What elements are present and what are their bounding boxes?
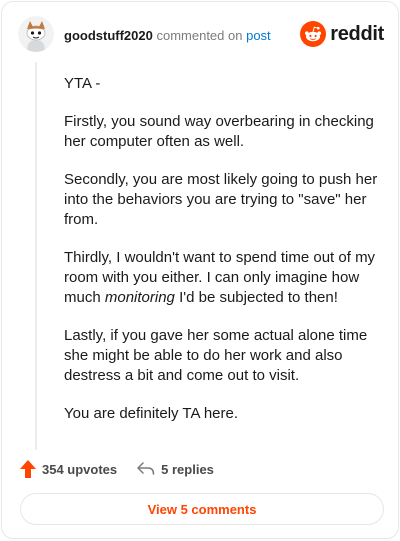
comment-text: I'd be subjected to then! (174, 289, 338, 306)
snoo-avatar-icon (18, 16, 54, 52)
reply-count: 5 replies (161, 461, 214, 477)
thread-line (35, 62, 37, 450)
comment-paragraph: Firstly, you sound way overbearing in ch… (64, 113, 374, 150)
username[interactable]: goodstuff2020 (64, 28, 153, 43)
upvote-count: 354 upvotes (42, 461, 118, 477)
replies-button[interactable]: 5 replies (137, 462, 214, 477)
commented-on-text: commented on (156, 28, 243, 43)
comment-emphasis: monitoring (104, 289, 175, 306)
comment-card: goodstuff2020 commented on post reddit Y… (1, 1, 399, 539)
reddit-logo-icon (300, 21, 327, 47)
comment-paragraph: YTA - (64, 75, 101, 92)
comment-body: YTA - Firstly, you sound way overbearing… (64, 74, 378, 442)
view-comments-button[interactable]: View 5 comments (20, 493, 384, 525)
comment-paragraph: Secondly, you are most likely going to p… (64, 171, 378, 228)
post-link[interactable]: post (246, 28, 271, 43)
reddit-wordmark: reddit (330, 22, 384, 45)
upvote-button[interactable]: 354 upvotes (20, 460, 117, 478)
upvote-arrow-icon (20, 460, 36, 478)
comment-meta: goodstuff2020 commented on post (64, 28, 271, 44)
comment-header: goodstuff2020 commented on post reddit (18, 16, 384, 56)
comment-paragraph: Thirdly, I wouldn't want to spend time o… (64, 248, 378, 308)
reddit-brand[interactable]: reddit (300, 19, 384, 49)
reply-arrow-icon (137, 462, 155, 475)
comment-paragraph: You are definitely TA here. (64, 405, 239, 422)
comment-actions: 354 upvotes 5 replies (20, 458, 214, 480)
avatar[interactable] (18, 16, 54, 52)
comment-paragraph: Lastly, if you gave her some actual alon… (64, 327, 368, 384)
